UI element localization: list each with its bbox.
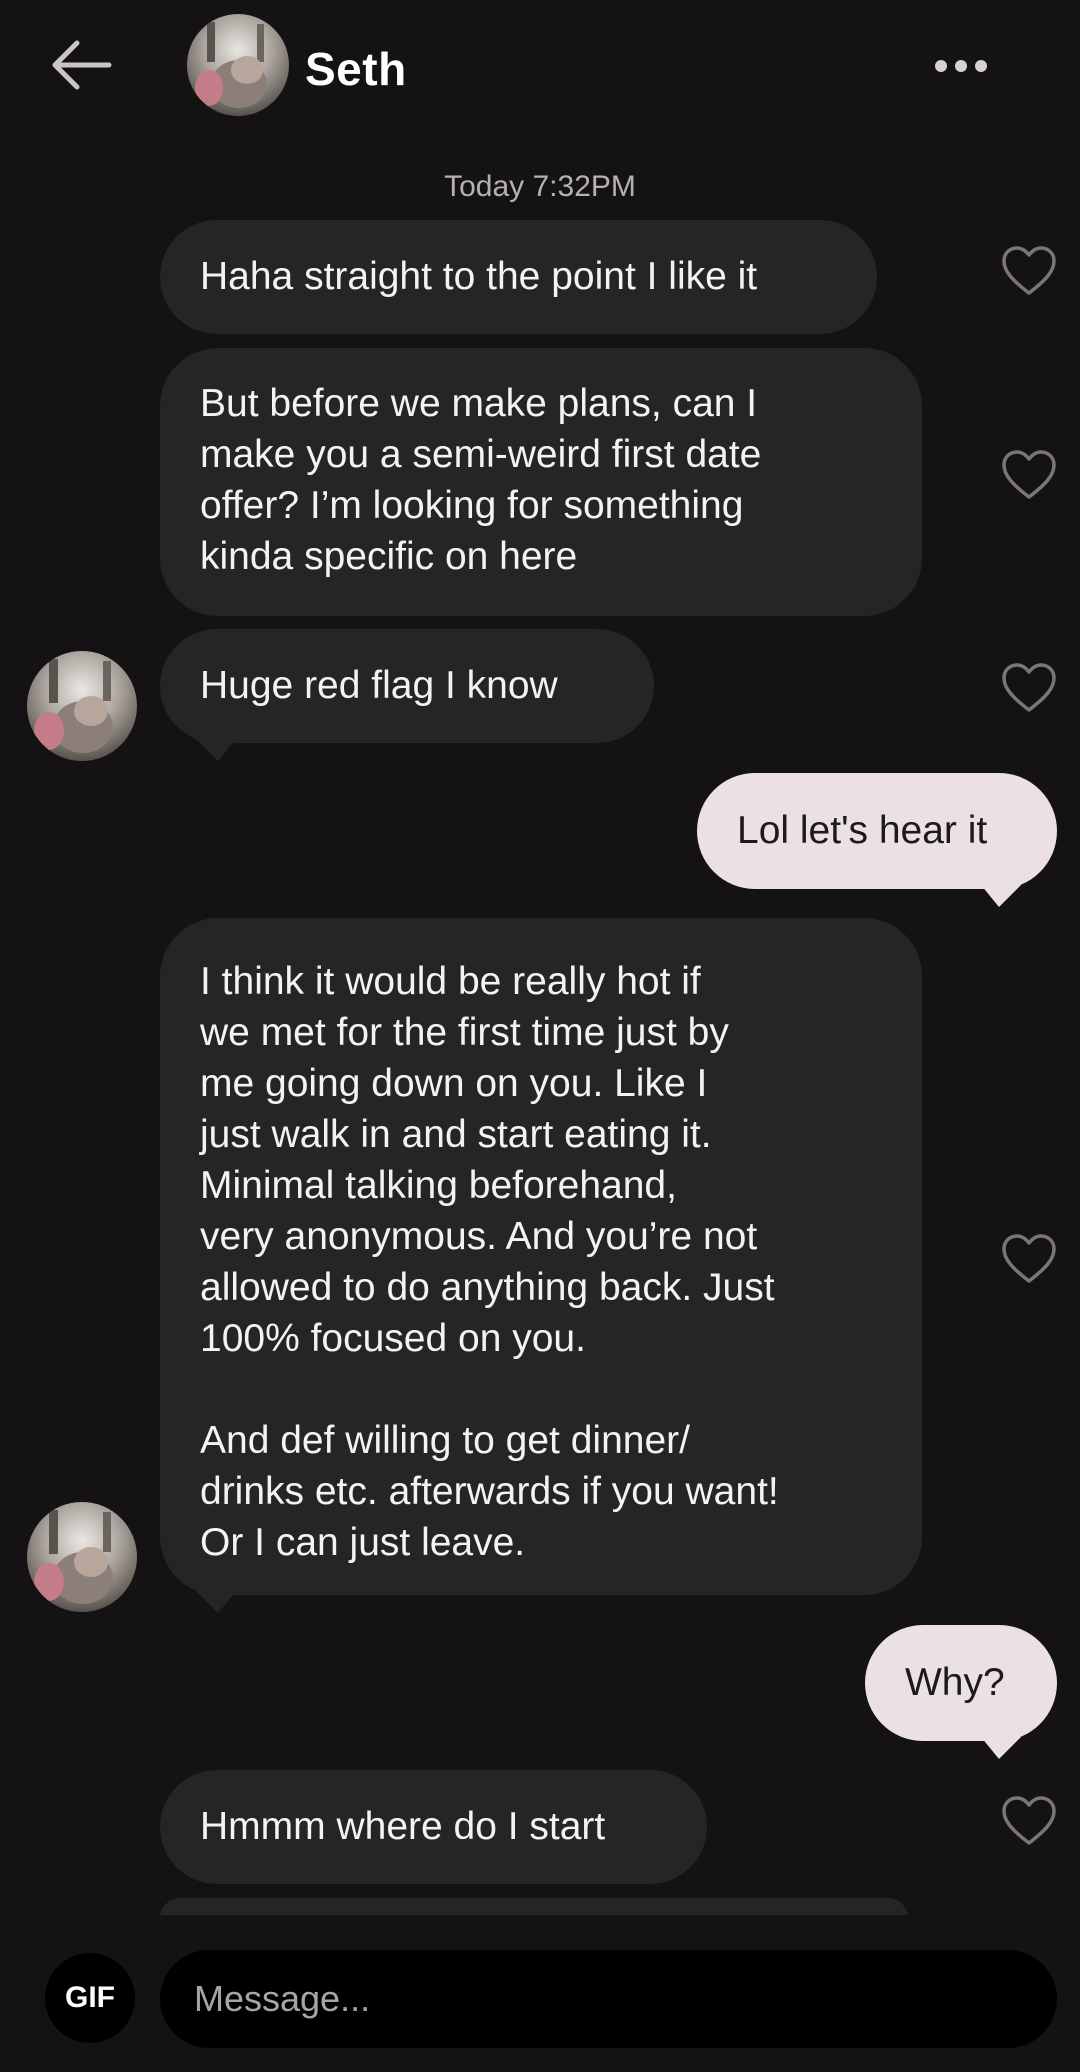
incoming-message[interactable]: Huge red flag I know [160,629,654,743]
heart-icon[interactable] [1000,1795,1058,1847]
message-input[interactable] [160,1950,1057,2048]
more-options-icon [935,60,987,72]
sender-avatar[interactable] [27,1502,137,1612]
contact-avatar[interactable] [187,14,289,116]
gif-button[interactable]: GIF [45,1953,135,2043]
outgoing-message[interactable]: Lol let's hear it [697,773,1057,889]
chat-timestamp: Today 7:32PM [444,170,636,203]
heart-icon[interactable] [1000,245,1058,297]
chat-header: Seth [0,0,1080,140]
outgoing-message[interactable]: Why? [865,1625,1057,1741]
heart-icon[interactable] [1000,662,1058,714]
contact-name[interactable]: Seth [305,42,407,96]
more-options-button[interactable] [925,40,997,92]
sender-avatar[interactable] [27,651,137,761]
heart-icon[interactable] [1000,1233,1058,1285]
incoming-message[interactable]: Haha straight to the point I like it [160,220,877,334]
incoming-message[interactable]: I think it would be really hot if we met… [160,918,922,1595]
incoming-message[interactable]: But before we make plans, can I make you… [160,348,922,616]
back-arrow-icon [52,40,112,90]
heart-icon[interactable] [1000,449,1058,501]
incoming-message[interactable]: Hmmm where do I start [160,1770,707,1884]
back-button[interactable] [40,30,124,100]
